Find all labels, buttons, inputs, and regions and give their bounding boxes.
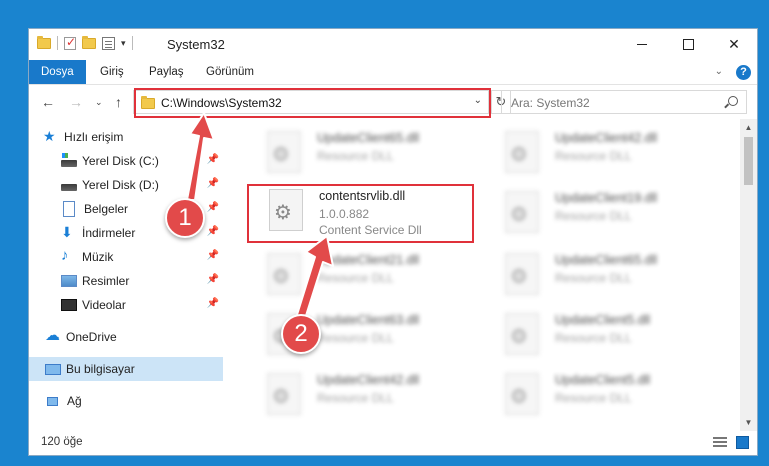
step-badge-2: 2 [281,314,321,354]
arrow-1-icon [186,112,215,201]
annotation-arrows [186,112,334,323]
arrow-2-icon [295,235,334,323]
step-badge-1: 1 [165,198,205,238]
